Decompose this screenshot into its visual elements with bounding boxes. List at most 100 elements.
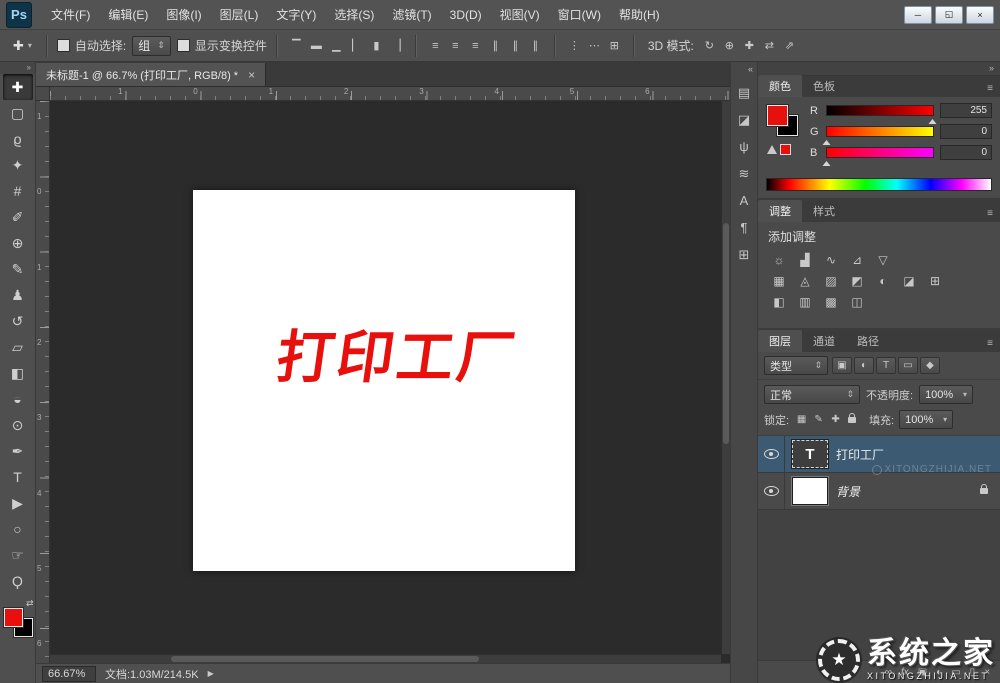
path-selection-tool[interactable]: ▶ xyxy=(3,490,33,516)
menu-item[interactable]: 滤镜(T) xyxy=(383,0,440,29)
align-icon[interactable]: ▏ xyxy=(347,36,366,56)
align-icon[interactable]: ▕ xyxy=(387,36,406,56)
3d-mode-icon[interactable]: ⇄ xyxy=(760,36,779,56)
panel-tab[interactable]: 颜色 xyxy=(758,75,802,97)
history-brush-tool[interactable]: ↺ xyxy=(3,308,33,334)
lock-transparency-icon[interactable]: ▦ xyxy=(794,412,809,427)
collapse-panels-icon[interactable]: » xyxy=(758,62,1000,76)
collapse-dock-icon[interactable]: « xyxy=(748,62,757,76)
dock-panel-icon[interactable]: ▤ xyxy=(732,82,756,103)
dock-panel-icon[interactable]: ψ xyxy=(732,136,756,157)
pen-tool[interactable]: ✒ xyxy=(3,438,33,464)
distribute-icon[interactable]: ∥ xyxy=(506,36,525,56)
menu-item[interactable]: 3D(D) xyxy=(441,0,491,29)
align-option-icon[interactable]: ⊞ xyxy=(605,36,624,56)
panel-tab[interactable]: 图层 xyxy=(758,330,802,352)
crop-tool[interactable]: # xyxy=(3,178,33,204)
adjustment-icon[interactable]: ⊿ xyxy=(846,250,868,269)
dock-panel-icon[interactable]: ≋ xyxy=(732,163,756,184)
auto-select-target-dropdown[interactable]: 组 ⇕ xyxy=(132,35,171,56)
menu-item[interactable]: 图层(L) xyxy=(211,0,268,29)
b-slider[interactable] xyxy=(822,147,934,166)
menu-item[interactable]: 编辑(E) xyxy=(99,0,157,29)
layer-row[interactable]: 背景 xyxy=(758,473,1000,510)
canvas-viewport[interactable]: 打印工厂 xyxy=(50,101,730,663)
menu-item[interactable]: 选择(S) xyxy=(325,0,383,29)
blur-tool[interactable]: ◒ xyxy=(3,386,33,412)
layer-filter-icon[interactable]: ▭ xyxy=(898,357,918,374)
menu-item[interactable]: 文件(F) xyxy=(42,0,99,29)
horizontal-scrollbar[interactable] xyxy=(50,654,721,663)
adjustment-icon[interactable]: ☼ xyxy=(768,250,790,269)
adjustment-icon[interactable]: ◪ xyxy=(898,271,920,290)
magic-wand-tool[interactable]: ✦ xyxy=(3,152,33,178)
canvas[interactable]: 打印工厂 xyxy=(193,190,575,571)
eraser-tool[interactable]: ▱ xyxy=(3,334,33,360)
layer-filter-dropdown[interactable]: 类型 ⇕ xyxy=(764,356,828,375)
foreground-color-swatch[interactable] xyxy=(766,104,789,127)
show-transform-checkbox[interactable] xyxy=(176,39,190,52)
g-slider[interactable] xyxy=(822,126,934,145)
panel-menu-icon[interactable]: ≡ xyxy=(987,83,1000,97)
distribute-icon[interactable]: ≡ xyxy=(466,36,485,56)
3d-mode-icon[interactable]: ⇗ xyxy=(780,36,799,56)
auto-select-option[interactable]: 自动选择: xyxy=(56,37,126,54)
adjustment-icon[interactable]: ◐ xyxy=(872,271,894,290)
auto-select-checkbox[interactable] xyxy=(56,39,70,52)
distribute-icon[interactable]: ∥ xyxy=(486,36,505,56)
minimize-button[interactable]: ─ xyxy=(904,5,932,24)
lock-pixels-icon[interactable]: ✎ xyxy=(811,412,826,427)
brush-tool[interactable]: ✎ xyxy=(3,256,33,282)
fill-dropdown[interactable]: 100% ▾ xyxy=(899,410,954,429)
close-button[interactable]: × xyxy=(966,5,994,24)
marquee-tool[interactable]: ▢ xyxy=(3,100,33,126)
gradient-tool[interactable]: ◧ xyxy=(3,360,33,386)
panel-tab[interactable]: 通道 xyxy=(802,330,846,352)
align-icon[interactable]: ▬ xyxy=(307,36,326,56)
adjustment-icon[interactable]: ▩ xyxy=(820,292,842,311)
opacity-dropdown[interactable]: 100% ▾ xyxy=(919,385,974,404)
toolbar-expand-icon[interactable]: » xyxy=(0,62,35,74)
panel-tab[interactable]: 路径 xyxy=(846,330,890,352)
visibility-toggle[interactable] xyxy=(758,436,785,472)
3d-mode-icon[interactable]: ✚ xyxy=(740,36,759,56)
zoom-tool[interactable]: Ϙ xyxy=(3,568,33,594)
horizontal-scrollbar-thumb[interactable] xyxy=(170,656,480,662)
color-spectrum-bar[interactable] xyxy=(766,178,992,191)
layer-filter-icon[interactable]: ◆ xyxy=(920,357,940,374)
align-icon[interactable]: ▮ xyxy=(367,36,386,56)
adjustment-icon[interactable]: ▟ xyxy=(794,250,816,269)
lasso-tool[interactable]: ϱ xyxy=(3,126,33,152)
r-slider[interactable] xyxy=(826,105,937,124)
3d-mode-icon[interactable]: ⊕ xyxy=(720,36,739,56)
panel-tab[interactable]: 色板 xyxy=(802,75,846,97)
align-option-icon[interactable]: ⋯ xyxy=(585,36,604,56)
vertical-scrollbar-thumb[interactable] xyxy=(723,222,729,444)
adjustment-icon[interactable]: ⊞ xyxy=(924,271,946,290)
panel-tab[interactable]: 样式 xyxy=(802,200,846,222)
lock-position-icon[interactable]: ✚ xyxy=(828,412,843,427)
menu-item[interactable]: 视图(V) xyxy=(491,0,549,29)
adjustment-icon[interactable]: ◧ xyxy=(768,292,790,311)
distribute-icon[interactable]: ∥ xyxy=(526,36,545,56)
align-icon[interactable]: ▁ xyxy=(327,36,346,56)
layer-thumbnail[interactable]: T xyxy=(791,439,829,469)
adjustment-icon[interactable]: ▽ xyxy=(872,250,894,269)
panel-menu-icon[interactable]: ≡ xyxy=(987,338,1000,352)
channel-value-field[interactable]: 0 xyxy=(940,145,992,160)
dock-panel-icon[interactable]: ◪ xyxy=(732,109,756,130)
show-transform-option[interactable]: 显示变换控件 xyxy=(176,37,267,54)
panel-menu-icon[interactable]: ≡ xyxy=(987,208,1000,222)
layer-name[interactable]: 打印工厂 xyxy=(836,446,884,463)
channel-value-field[interactable]: 255 xyxy=(940,103,992,118)
status-menu-arrow-icon[interactable]: ▶ xyxy=(208,669,214,678)
adjustment-icon[interactable]: ▨ xyxy=(820,271,842,290)
lock-all-icon[interactable] xyxy=(848,412,857,423)
menu-item[interactable]: 图像(I) xyxy=(157,0,210,29)
menu-item[interactable]: 窗口(W) xyxy=(549,0,610,29)
distribute-icon[interactable]: ≡ xyxy=(426,36,445,56)
layer-filter-icon[interactable]: T xyxy=(876,357,896,374)
clone-stamp-tool[interactable]: ♟ xyxy=(3,282,33,308)
menu-item[interactable]: 文字(Y) xyxy=(267,0,325,29)
layer-filter-icon[interactable]: ◐ xyxy=(854,357,874,374)
